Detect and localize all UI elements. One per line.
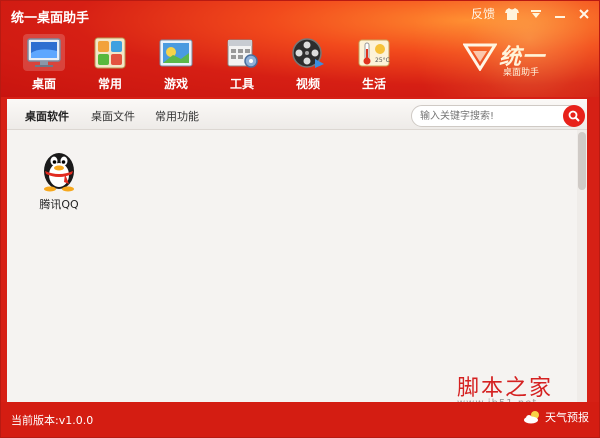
app-name-qq: 腾讯QQ <box>39 198 79 211</box>
nav-item-life[interactable]: 25°C 生活 <box>347 34 401 92</box>
nav-item-desktop[interactable]: 桌面 <box>17 34 71 92</box>
tab-common-functions[interactable]: 常用功能 <box>155 108 199 124</box>
window-title: 统一桌面助手 <box>11 11 90 26</box>
main-nav: 桌面 常用 游戏 工具 视频 25°C 生活 <box>17 34 401 92</box>
menu-dropdown-icon[interactable] <box>529 7 543 21</box>
life-icon: 25°C <box>358 39 390 66</box>
nav-label-games: 游戏 <box>163 77 188 91</box>
scrollbar[interactable] <box>577 130 587 402</box>
app-tile-qq[interactable]: 腾讯QQ <box>29 144 89 212</box>
weather-label: 天气预报 <box>545 411 589 424</box>
titlebar-controls: 反馈 <box>471 5 591 22</box>
tab-desktop-files[interactable]: 桌面文件 <box>91 108 135 124</box>
header: 统一桌面助手 反馈 统一 桌面助手 桌面 常用 游戏 工具 视频 25°C 生活 <box>1 1 599 97</box>
nav-item-tools[interactable]: 工具 <box>215 34 269 92</box>
weather-forecast-button[interactable]: 天气预报 <box>523 409 589 425</box>
search-icon <box>568 110 580 122</box>
search-button[interactable] <box>563 105 585 127</box>
weather-cloud-icon <box>524 411 539 424</box>
feedback-link[interactable]: 反馈 <box>471 5 495 22</box>
nav-label-video: 视频 <box>295 77 320 91</box>
minimize-icon[interactable] <box>553 7 567 21</box>
watermark: 脚本之家 www.jb51.net <box>457 370 553 409</box>
close-icon[interactable] <box>577 7 591 21</box>
nav-label-life: 生活 <box>361 77 386 91</box>
nav-label-desktop: 桌面 <box>31 77 56 91</box>
scroll-thumb[interactable] <box>578 132 586 190</box>
tools-icon <box>227 39 258 68</box>
nav-item-common[interactable]: 常用 <box>83 34 137 92</box>
nav-item-video[interactable]: 视频 <box>281 34 335 92</box>
skin-icon[interactable] <box>505 7 519 21</box>
video-icon <box>292 37 324 68</box>
nav-item-games[interactable]: 游戏 <box>149 34 203 92</box>
tabs-bar: 桌面软件 桌面文件 常用功能 <box>7 99 587 130</box>
brand-mark-icon <box>463 43 497 71</box>
nav-label-tools: 工具 <box>229 77 254 91</box>
search-box <box>411 105 585 127</box>
status-bar: 当前版本:v1.0.0 天气预报 <box>1 402 599 437</box>
tab-desktop-software[interactable]: 桌面软件 <box>25 108 69 124</box>
brand-name: 统一 <box>499 45 546 70</box>
nav-label-common: 常用 <box>97 77 122 91</box>
desktop-icon <box>27 37 61 67</box>
version-label: 当前版本:v1.0.0 <box>11 414 94 427</box>
brand-subtitle: 桌面助手 <box>503 68 540 78</box>
app-grid: 腾讯QQ <box>7 130 577 402</box>
app-window: 统一桌面助手 反馈 统一 桌面助手 桌面 常用 游戏 工具 视频 25°C 生活… <box>0 0 600 438</box>
common-apps-icon <box>94 37 126 68</box>
brand-logo: 统一 桌面助手 <box>463 39 573 79</box>
qq-penguin-icon <box>44 153 74 192</box>
game-icon <box>159 39 193 66</box>
search-input[interactable] <box>420 108 558 124</box>
svg-text:25°C: 25°C <box>375 57 390 64</box>
